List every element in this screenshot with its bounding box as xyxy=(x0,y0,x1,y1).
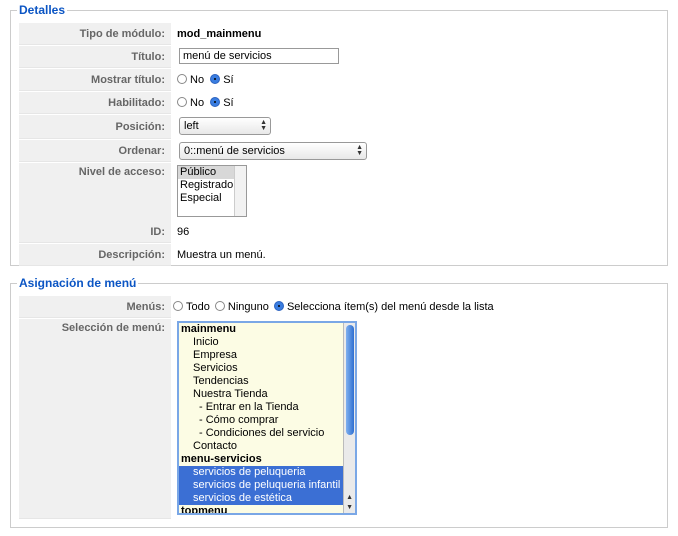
title-row: Título: menú de servicios xyxy=(19,46,659,68)
menu-selection-row: Selección de menú: mainmenu Inicio Empre… xyxy=(19,319,659,519)
scrollbar-thumb[interactable] xyxy=(346,325,354,435)
module-type-row: Tipo de módulo: mod_mainmenu xyxy=(19,23,659,45)
list-item[interactable]: - Entrar en la Tienda xyxy=(179,401,355,414)
list-item[interactable]: menu-servicios xyxy=(179,453,355,466)
id-label: ID: xyxy=(19,221,171,243)
enabled-yes-radio[interactable] xyxy=(210,97,221,107)
list-item[interactable]: Inicio xyxy=(179,336,355,349)
menu-selection-label: Selección de menú: xyxy=(19,319,171,519)
list-item[interactable]: Servicios xyxy=(179,362,355,375)
menus-none-radio[interactable] xyxy=(214,301,225,311)
show-title-no-label: No xyxy=(190,74,205,86)
show-title-label: Mostrar título: xyxy=(19,69,171,91)
enabled-no-radio[interactable] xyxy=(177,97,187,107)
position-row: Posición: left ▲ ▼ xyxy=(19,115,659,139)
module-type-label: Tipo de módulo: xyxy=(19,23,171,45)
show-title-yes-radio[interactable] xyxy=(210,74,221,84)
select-arrows-icon: ▲ ▼ xyxy=(260,119,267,132)
title-input[interactable]: menú de servicios xyxy=(179,48,339,64)
list-item[interactable]: - Cómo comprar xyxy=(179,414,355,427)
menus-row: Menús: Todo Ninguno Selecciona ítem(s) d… xyxy=(19,296,659,318)
access-row: Nivel de acceso: Público Registrado Espe… xyxy=(19,163,659,223)
details-legend: Detalles xyxy=(17,2,68,18)
list-item[interactable]: servicios de peluqueria xyxy=(179,466,355,479)
access-scrollbar[interactable] xyxy=(234,166,246,216)
position-select-value: left xyxy=(184,120,199,132)
description-label: Descripción: xyxy=(19,244,171,266)
list-item[interactable]: servicios de estética xyxy=(179,492,355,505)
enabled-label: Habilitado: xyxy=(19,92,171,114)
menus-none-label: Ninguno xyxy=(227,301,269,313)
list-item[interactable]: servicios de peluqueria infantil xyxy=(179,479,355,492)
menus-select-label: Selecciona ítem(s) del menú desde la lis… xyxy=(286,301,494,313)
assignment-fieldset: Asignación de menú Menús: Todo Ninguno S… xyxy=(10,275,668,528)
list-item[interactable]: mainmenu xyxy=(179,323,355,336)
order-row: Ordenar: 0::menú de servicios ▲ ▼ xyxy=(19,140,659,162)
menu-selection-listbox[interactable]: mainmenu Inicio Empresa Servicios Tenden… xyxy=(177,321,357,515)
show-title-no-radio[interactable] xyxy=(177,74,187,84)
description-value: Muestra un menú. xyxy=(177,249,266,261)
menus-label: Menús: xyxy=(19,296,171,318)
enabled-no-label: No xyxy=(190,97,205,109)
enabled-row: Habilitado: No Sí xyxy=(19,92,659,114)
order-select-value: 0::menú de servicios xyxy=(184,145,285,157)
menus-select-radio[interactable] xyxy=(273,301,284,311)
list-item[interactable]: Tendencias xyxy=(179,375,355,388)
menu-list-scrollbar[interactable]: ▲ ▼ xyxy=(343,323,355,513)
enabled-yes-label: Sí xyxy=(223,97,234,109)
list-item[interactable]: - Condiciones del servicio xyxy=(179,427,355,440)
title-label: Título: xyxy=(19,46,171,68)
list-item[interactable]: Empresa xyxy=(179,349,355,362)
module-type-value: mod_mainmenu xyxy=(177,28,262,40)
position-label: Posición: xyxy=(19,115,171,139)
list-item[interactable]: Nuestra Tienda xyxy=(179,388,355,401)
list-item[interactable]: topmenu xyxy=(179,505,355,513)
menus-all-radio[interactable] xyxy=(173,301,183,311)
id-row: ID: 96 xyxy=(19,221,659,243)
list-item[interactable]: Contacto xyxy=(179,440,355,453)
order-select[interactable]: 0::menú de servicios ▲ ▼ xyxy=(179,142,367,160)
scroll-up-icon[interactable]: ▲ xyxy=(346,494,353,501)
show-title-yes-label: Sí xyxy=(223,74,234,86)
details-fieldset: Detalles Tipo de módulo: mod_mainmenu Tí… xyxy=(10,2,668,266)
select-arrows-icon: ▲ ▼ xyxy=(356,144,363,157)
position-select[interactable]: left ▲ ▼ xyxy=(179,117,271,135)
id-value: 96 xyxy=(177,226,190,238)
menus-all-label: Todo xyxy=(186,301,210,313)
description-row: Descripción: Muestra un menú. xyxy=(19,244,659,266)
show-title-row: Mostrar título: No Sí xyxy=(19,69,659,91)
order-label: Ordenar: xyxy=(19,140,171,162)
scroll-down-icon[interactable]: ▼ xyxy=(346,504,353,511)
access-label: Nivel de acceso: xyxy=(19,163,171,223)
access-listbox[interactable]: Público Registrado Especial xyxy=(177,165,247,217)
assignment-legend: Asignación de menú xyxy=(17,275,139,291)
